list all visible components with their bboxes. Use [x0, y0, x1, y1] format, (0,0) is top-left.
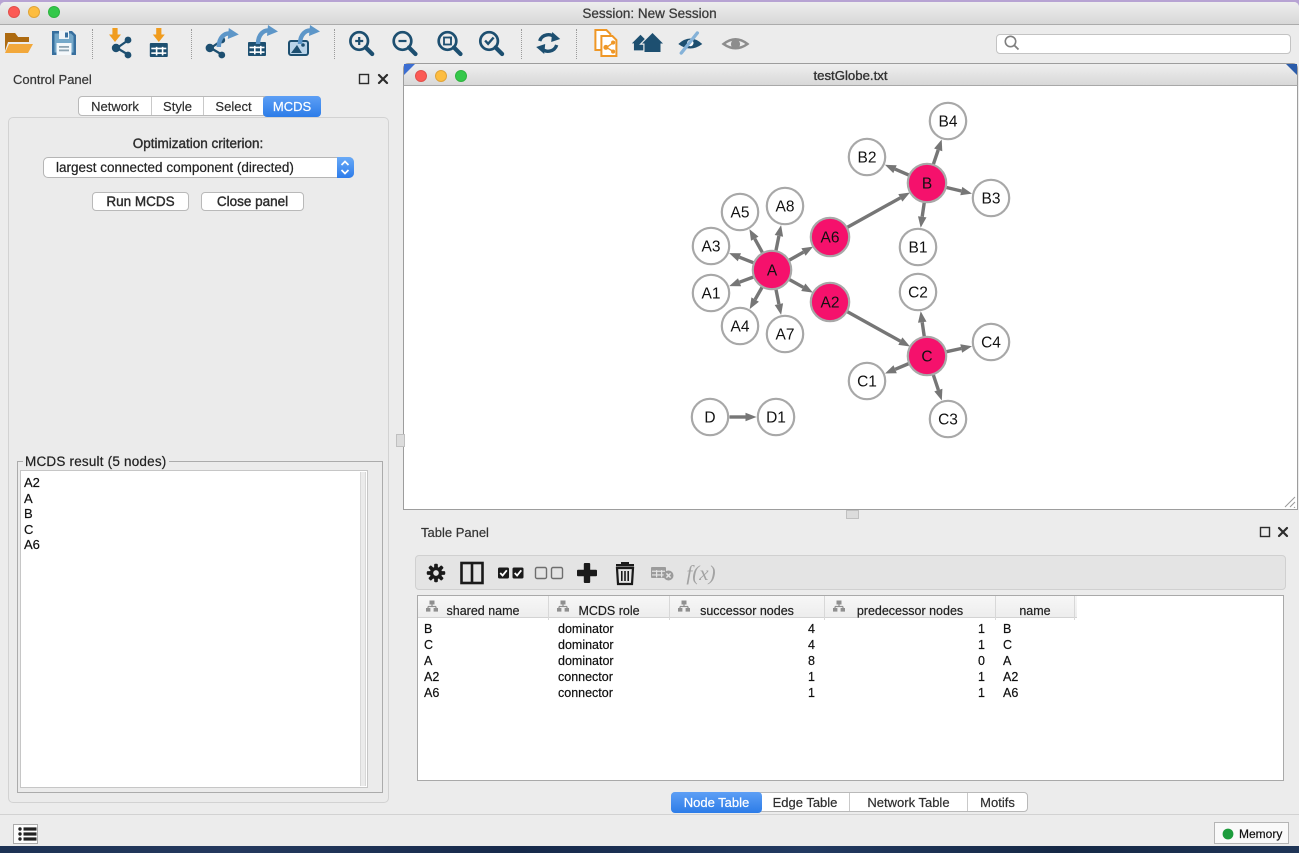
svg-text:A6: A6 — [821, 230, 840, 247]
svg-text:C1: C1 — [857, 374, 877, 391]
svg-text:C2: C2 — [908, 285, 928, 302]
svg-text:B4: B4 — [939, 114, 958, 131]
svg-text:D1: D1 — [766, 410, 786, 427]
svg-text:A5: A5 — [731, 205, 750, 222]
svg-text:A: A — [767, 263, 778, 280]
svg-text:A4: A4 — [731, 319, 750, 336]
svg-text:B2: B2 — [858, 150, 877, 167]
svg-text:C4: C4 — [981, 335, 1001, 352]
svg-text:A2: A2 — [821, 295, 840, 312]
svg-text:A7: A7 — [776, 327, 795, 344]
svg-text:B: B — [922, 176, 932, 193]
svg-text:B3: B3 — [982, 191, 1001, 208]
svg-text:A8: A8 — [776, 199, 795, 216]
svg-text:C3: C3 — [938, 412, 958, 429]
svg-text:A1: A1 — [702, 286, 721, 303]
svg-text:D: D — [704, 410, 715, 427]
svg-text:A3: A3 — [702, 239, 721, 256]
svg-text:B1: B1 — [909, 240, 928, 257]
svg-text:C: C — [921, 349, 932, 366]
svg-text:f(x): f(x) — [686, 561, 715, 585]
